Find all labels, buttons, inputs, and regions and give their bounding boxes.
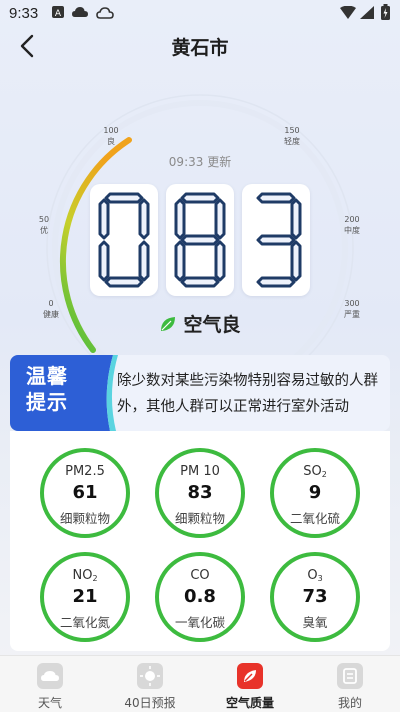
- nav-label: 空气质量: [225, 696, 274, 710]
- pollutant-value: 21: [72, 586, 98, 607]
- pollutant-co[interactable]: CO 0.8 一氧化碳: [155, 552, 245, 642]
- aqi-digit: [90, 184, 158, 296]
- gauge-label-200: 200 中度: [344, 215, 360, 235]
- gauge-label-50: 50 优: [38, 215, 50, 235]
- pollutant-value: 0.8: [184, 586, 216, 607]
- pollutant-o3[interactable]: O3 73 臭氧: [270, 552, 360, 642]
- aqi-value-display: [90, 184, 310, 296]
- nav-weather[interactable]: 天气: [0, 656, 100, 712]
- nav-label: 我的: [337, 696, 362, 710]
- pollutant-so2[interactable]: SO2 9 二氧化硫: [270, 448, 360, 538]
- weather-icon: [37, 663, 63, 689]
- pollutant-panel: PM2.5 61 细颗粒物 PM 10 83 细颗粒物 SO2 9 二氧化硫 N…: [10, 431, 390, 651]
- air-quality-status: 空气良: [0, 310, 400, 337]
- digit-segment: [180, 192, 220, 204]
- pollutant-value: 73: [302, 586, 328, 607]
- pollutant-desc: 细颗粒物: [174, 511, 225, 526]
- digit-segment: [214, 198, 226, 240]
- pollutant-pm25[interactable]: PM2.5 61 细颗粒物: [40, 448, 130, 538]
- digit-segment: [98, 240, 110, 282]
- digit-segment: [174, 198, 186, 240]
- gauge-label-150: 150 轻度: [284, 126, 300, 146]
- bottom-nav: 天气 40日预报 空气质量 我的: [0, 655, 400, 712]
- digit-segment: [104, 276, 144, 288]
- nav-forecast[interactable]: 40日预报: [100, 656, 200, 712]
- gauge-label-100: 100 良: [103, 126, 119, 146]
- pollutant-name: NO2: [72, 568, 98, 583]
- pollutant-name: O3: [307, 568, 323, 583]
- pollutant-value: 9: [308, 482, 322, 503]
- pollutant-pm10[interactable]: PM 10 83 细颗粒物: [155, 448, 245, 538]
- tips-text: 除少数对某些污染物特别容易过敏的人群外，其他人群可以正常进行室外活动: [117, 373, 378, 415]
- digit-segment: [174, 240, 186, 282]
- digit-segment: [138, 240, 150, 282]
- pollutant-desc: 一氧化碳: [174, 615, 225, 630]
- pollutant-value: 83: [187, 482, 213, 503]
- nav-air-quality[interactable]: 空气质量: [200, 656, 300, 712]
- nav-profile[interactable]: 我的: [300, 656, 400, 712]
- digit-segment: [138, 198, 150, 240]
- air-quality-icon: [237, 663, 263, 689]
- pollutant-no2[interactable]: NO2 21 二氧化氮: [40, 552, 130, 642]
- digit-segment: [104, 192, 144, 204]
- pollutant-desc: 二氧化氮: [59, 615, 110, 630]
- tips-card: 温馨 提示 除少数对某些污染物特别容易过敏的人群外，其他人群可以正常进行室外活动: [10, 355, 390, 431]
- leaf-icon: [161, 317, 176, 331]
- pollutant-name: PM 10: [180, 464, 220, 479]
- nav-label: 天气: [37, 696, 62, 710]
- digit-segment: [290, 198, 302, 240]
- pollutant-desc: 细颗粒物: [59, 511, 110, 526]
- profile-icon: [337, 663, 363, 689]
- aqi-digit: [166, 184, 234, 296]
- aqi-digit: [242, 184, 310, 296]
- digit-segment: [256, 234, 296, 246]
- digit-segment: [256, 192, 296, 204]
- pollutant-name: PM2.5: [65, 464, 105, 479]
- digit-segment: [98, 198, 110, 240]
- digit-segment: [256, 276, 296, 288]
- digit-segment: [180, 276, 220, 288]
- pollutant-value: 61: [72, 482, 98, 503]
- pollutant-desc: 二氧化硫: [289, 511, 340, 526]
- air-quality-text: 空气良: [183, 314, 241, 336]
- pollutant-name: CO: [190, 568, 210, 583]
- digit-segment: [214, 240, 226, 282]
- pollutant-desc: 臭氧: [302, 615, 328, 630]
- update-time: 09:33 更新: [168, 155, 232, 169]
- digit-segment: [290, 240, 302, 282]
- tips-badge: 温馨 提示: [26, 364, 68, 414]
- forecast-icon: [137, 663, 163, 689]
- digit-segment: [180, 234, 220, 246]
- nav-label: 40日预报: [124, 696, 176, 710]
- pollutant-name: SO2: [303, 464, 327, 479]
